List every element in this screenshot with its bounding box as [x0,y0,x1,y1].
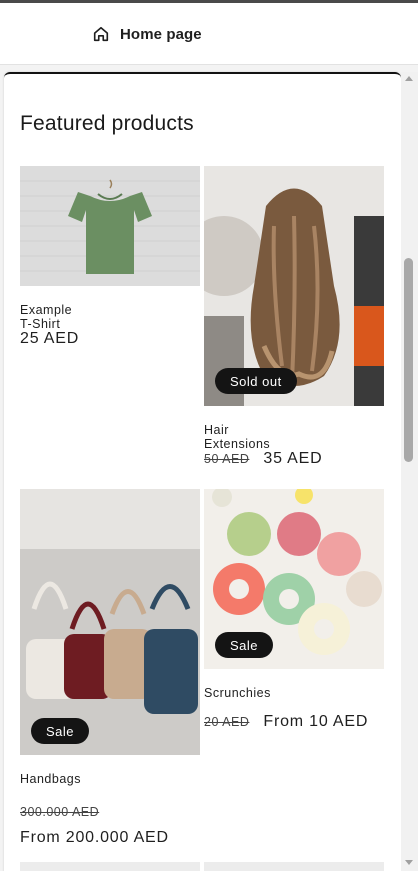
handbags-illustration [20,489,200,755]
product-title[interactable]: Handbags [20,772,81,786]
product-title[interactable]: Scrunchies [204,686,271,700]
home-icon [93,26,109,42]
scroll-down-arrow-icon[interactable] [405,860,413,865]
current-price: 35 AED [263,450,323,467]
product-image-hair-extensions[interactable]: Sold out [204,166,384,406]
compare-price: 300.000 AED [20,805,100,819]
product-image-handbags[interactable]: Sale [20,489,200,755]
product-title[interactable]: Example T-Shirt [20,303,72,331]
next-product-image[interactable] [204,862,384,871]
product-price: 20 AED From 10 AED [204,713,368,731]
current-price: From 10 AED [263,713,369,730]
next-product-image[interactable] [20,862,200,871]
scroll-up-arrow-icon[interactable] [405,76,413,81]
product-image-t-shirt[interactable] [20,166,200,286]
sold-out-badge: Sold out [215,368,297,394]
sale-badge: Sale [31,718,90,744]
product-price: 300.000 AED From 200.000 AED [20,800,169,850]
home-page-label: Home page [120,25,202,43]
home-page-link[interactable]: Home page [92,23,202,45]
product-image-scrunchies[interactable]: Sale [204,489,384,669]
product-price: 25 AED [20,330,79,348]
current-price: From 200.000 AED [20,829,169,846]
compare-price: 20 AED [204,715,250,729]
header-bar: Home page [0,3,418,65]
product-title[interactable]: Hair Extensions [204,423,270,451]
compare-price: 50 AED [204,452,250,466]
scrollbar-thumb[interactable] [404,258,413,462]
t-shirt-illustration [20,166,200,286]
section-title: Featured products [20,112,194,135]
scrollbar-track[interactable] [401,72,418,871]
sale-badge: Sale [215,632,274,658]
current-price: 25 AED [20,330,80,347]
product-price: 50 AED 35 AED [204,450,322,468]
